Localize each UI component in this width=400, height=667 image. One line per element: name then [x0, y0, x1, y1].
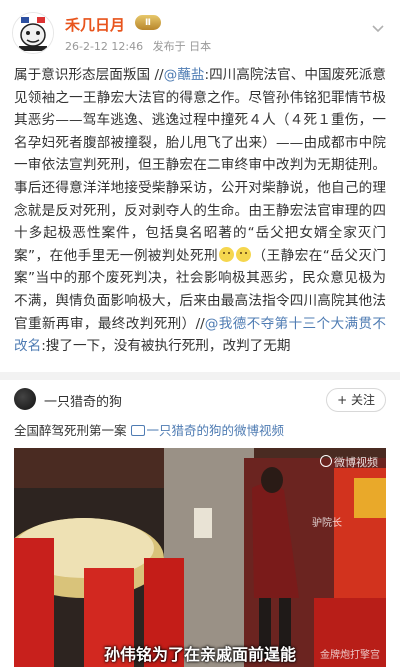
post-body: 属于意识形态层面叛国 //@蘸盐:四川高院法官、中国废死派意见领袖之一王静宏大法… [14, 64, 386, 358]
smile-emoji-icon [236, 246, 252, 262]
video-icon [130, 425, 145, 436]
video-player[interactable]: 微博视频 驴院长 金牌炮打擎宫 孙伟铭为了在亲戚面前逞能 [14, 448, 386, 667]
post-text: 属于意识形态层面叛国 // [14, 67, 164, 83]
level-badge: Ⅱ [135, 15, 161, 30]
post-meta: 26-2-12 12:46 发布于 日本 [65, 38, 217, 54]
follow-button[interactable]: + 关注 [326, 388, 386, 412]
avatar[interactable] [12, 12, 54, 54]
video-subtitle: 孙伟铭为了在亲戚面前逞能 [103, 645, 296, 664]
post-source: 发布于 日本 [152, 40, 212, 53]
more-options-icon[interactable] [368, 18, 388, 38]
repost-name[interactable]: 一只猎奇的狗 [44, 391, 122, 410]
post-text: :搜了一下，没有被执行死刑，改判了无期 [41, 338, 291, 355]
section-divider [0, 372, 400, 380]
weibo-video-icon [320, 455, 332, 467]
video-frame [14, 448, 386, 667]
video-watermark: 微博视频 [320, 454, 378, 470]
smile-emoji-icon [219, 246, 235, 262]
video-title: 全国醉驾死刑第一案 [14, 423, 127, 438]
repost-author: 一只猎奇的狗 + 关注 [14, 388, 386, 412]
video-watermark-2: 驴院长 [312, 518, 342, 529]
post-text: :四川高院法官、中国废死派意见领袖之一王静宏大法官的得意之作。尽管孙伟铭犯罪情节… [14, 67, 386, 264]
post-date: 26-2-12 12:46 [65, 40, 144, 53]
video-link[interactable]: 一只猎奇的狗的微博视频 [147, 423, 285, 438]
repost-avatar[interactable] [14, 388, 36, 410]
mention-link[interactable]: @蘸盐 [164, 67, 205, 83]
post-header: 禾几日月 Ⅱ 26-2-12 12:46 发布于 日本 [0, 0, 400, 58]
username[interactable]: 禾几日月 [65, 14, 125, 35]
video-caption: 全国醉驾死刑第一案 一只猎奇的狗的微博视频 [14, 420, 394, 439]
